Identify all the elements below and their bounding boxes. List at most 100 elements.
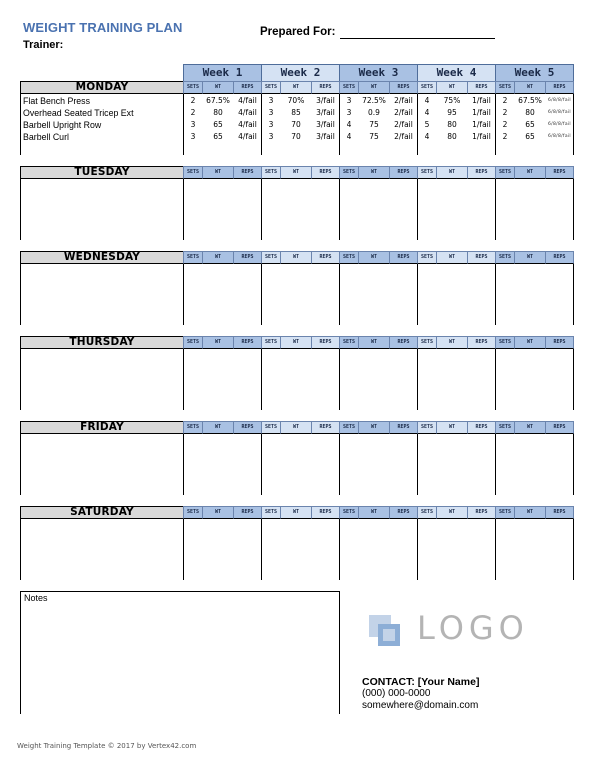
cell-reps[interactable]: 6/8/8/fail — [546, 95, 573, 107]
cell-wt[interactable]: 72.5% — [359, 95, 389, 107]
cell-sets[interactable]: 2 — [496, 95, 514, 107]
cell-reps[interactable]: 6/8/8/fail — [546, 107, 573, 119]
exercise-name[interactable]: Overhead Seated Tricep Ext — [23, 107, 181, 119]
day-header-row: FRIDAY SETS WT REPS SETS WT REPS SETS WT REPS SETS… — [20, 421, 574, 434]
cell-reps[interactable]: 1/fail — [468, 95, 495, 107]
cell-wt[interactable]: 70% — [281, 95, 311, 107]
cell-reps[interactable]: 6/8/8/fail — [546, 119, 573, 131]
cell-wt[interactable]: 70 — [281, 119, 311, 131]
cell-wt[interactable]: 80 — [437, 119, 467, 131]
cell-wt[interactable]: 75 — [359, 131, 389, 143]
exercise-row[interactable]: Barbell Upright Row 3 65 4/fail 3 70 3/fail 4 75… — [20, 119, 574, 131]
column-divider — [20, 179, 21, 240]
cell-sets[interactable]: 3 — [340, 107, 358, 119]
cell-reps[interactable]: 3/fail — [312, 107, 339, 119]
week-header-2: Week 2 — [261, 64, 339, 82]
cell-wt[interactable]: 80 — [203, 107, 233, 119]
cell-wt[interactable]: 67.5% — [203, 95, 233, 107]
subheader-sets: SETS — [339, 81, 358, 94]
column-divider — [183, 264, 184, 325]
cell-sets[interactable]: 3 — [262, 119, 280, 131]
cell-reps[interactable]: 4/fail — [234, 95, 261, 107]
day-label: WEDNESDAY — [20, 251, 183, 264]
subheader-reps: REPS — [311, 506, 339, 519]
cell-reps[interactable]: 1/fail — [468, 131, 495, 143]
cell-reps[interactable]: 3/fail — [312, 119, 339, 131]
day-body[interactable] — [20, 519, 574, 580]
day-body[interactable]: Flat Bench Press 2 67.5% 4/fail 3 70% 3/fail 3 7… — [20, 94, 574, 155]
day-body[interactable] — [20, 434, 574, 495]
cell-sets[interactable]: 4 — [418, 107, 436, 119]
cell-wt[interactable]: 95 — [437, 107, 467, 119]
exercise-row[interactable]: Flat Bench Press 2 67.5% 4/fail 3 70% 3/fail 3 7… — [20, 95, 574, 107]
cell-wt[interactable]: 0.9 — [359, 107, 389, 119]
cell-sets[interactable]: 2 — [496, 131, 514, 143]
cell-sets[interactable]: 4 — [340, 119, 358, 131]
subheader-reps: REPS — [311, 251, 339, 264]
column-divider — [261, 179, 262, 240]
cell-sets[interactable]: 4 — [418, 131, 436, 143]
column-divider — [495, 264, 496, 325]
subheader-sets: SETS — [261, 336, 280, 349]
cell-wt[interactable]: 67.5% — [515, 95, 545, 107]
contact-block: CONTACT: [Your Name] (000) 000-0000 some… — [362, 676, 479, 712]
subheader-wt: WT — [436, 506, 467, 519]
cell-wt[interactable]: 80 — [515, 107, 545, 119]
cell-wt[interactable]: 75 — [359, 119, 389, 131]
exercise-row[interactable]: Overhead Seated Tricep Ext 2 80 4/fail 3 85 3/… — [20, 107, 574, 119]
cell-reps[interactable]: 6/8/8/fail — [546, 131, 573, 143]
cell-wt[interactable]: 85 — [281, 107, 311, 119]
column-divider — [573, 434, 574, 495]
day-header-row: WEDNESDAY SETS WT REPS SETS WT REPS SETS WT REPS S… — [20, 251, 574, 264]
exercise-name[interactable]: Barbell Upright Row — [23, 119, 181, 131]
day-body[interactable] — [20, 349, 574, 410]
cell-reps[interactable]: 4/fail — [234, 131, 261, 143]
prepared-for-field[interactable] — [340, 38, 495, 39]
cell-sets[interactable]: 4 — [418, 95, 436, 107]
cell-reps[interactable]: 1/fail — [468, 107, 495, 119]
cell-sets[interactable]: 3 — [184, 119, 202, 131]
cell-sets[interactable]: 4 — [340, 131, 358, 143]
subheader-sets: SETS — [495, 81, 514, 94]
cell-reps[interactable]: 4/fail — [234, 107, 261, 119]
notes-box[interactable]: Notes — [20, 591, 340, 714]
cell-reps[interactable]: 4/fail — [234, 119, 261, 131]
cell-sets[interactable]: 3 — [340, 95, 358, 107]
prepared-for-label: Prepared For: — [260, 26, 336, 38]
cell-sets[interactable]: 3 — [262, 107, 280, 119]
cell-reps[interactable]: 2/fail — [390, 119, 417, 131]
column-divider — [261, 264, 262, 325]
subheader-reps: REPS — [233, 166, 261, 179]
cell-sets[interactable]: 5 — [418, 119, 436, 131]
cell-reps[interactable]: 2/fail — [390, 131, 417, 143]
column-divider — [20, 349, 21, 410]
day-body[interactable] — [20, 179, 574, 240]
exercise-name[interactable]: Flat Bench Press — [23, 95, 181, 107]
cell-wt[interactable]: 75% — [437, 95, 467, 107]
cell-wt[interactable]: 65 — [515, 131, 545, 143]
cell-wt[interactable]: 65 — [203, 131, 233, 143]
cell-wt[interactable]: 65 — [515, 119, 545, 131]
subheader-wt: WT — [514, 251, 545, 264]
cell-reps[interactable]: 3/fail — [312, 95, 339, 107]
cell-sets[interactable]: 2 — [184, 95, 202, 107]
cell-wt[interactable]: 65 — [203, 119, 233, 131]
cell-wt[interactable]: 80 — [437, 131, 467, 143]
cell-reps[interactable]: 2/fail — [390, 107, 417, 119]
cell-reps[interactable]: 2/fail — [390, 95, 417, 107]
exercise-name[interactable]: Barbell Curl — [23, 131, 181, 143]
subheader-wt: WT — [436, 166, 467, 179]
cell-sets[interactable]: 2 — [184, 107, 202, 119]
day-body[interactable] — [20, 264, 574, 325]
notes-label: Notes — [24, 593, 48, 603]
cell-sets[interactable]: 3 — [262, 95, 280, 107]
cell-reps[interactable]: 3/fail — [312, 131, 339, 143]
cell-sets[interactable]: 2 — [496, 119, 514, 131]
cell-reps[interactable]: 1/fail — [468, 119, 495, 131]
cell-sets[interactable]: 2 — [496, 107, 514, 119]
cell-sets[interactable]: 3 — [262, 131, 280, 143]
exercise-row[interactable]: Barbell Curl 3 65 4/fail 3 70 3/fail 4 75 2/fail 4… — [20, 131, 574, 143]
subheader-wt: WT — [436, 81, 467, 94]
cell-wt[interactable]: 70 — [281, 131, 311, 143]
cell-sets[interactable]: 3 — [184, 131, 202, 143]
